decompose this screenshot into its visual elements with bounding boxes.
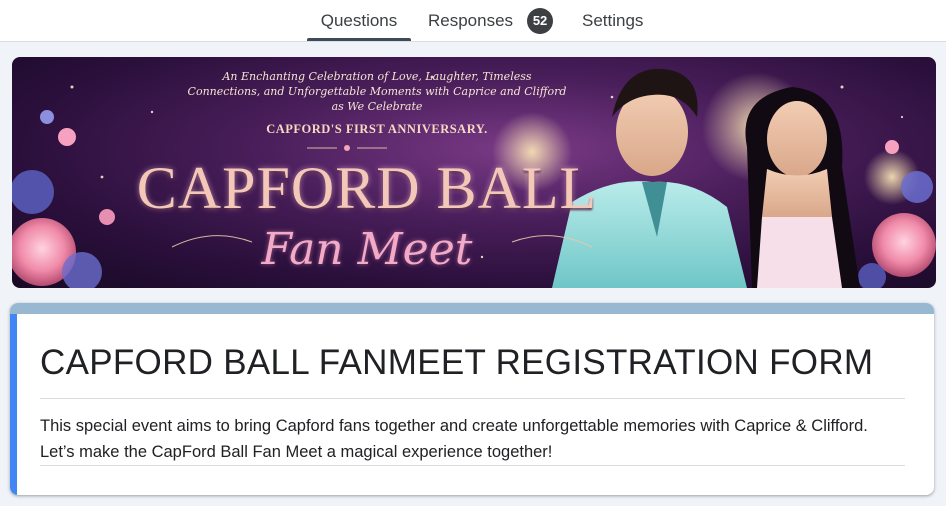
tab-responses-label: Responses [428, 10, 514, 30]
form-title-card[interactable]: CAPFORD BALL FANMEET REGISTRATION FORM T… [10, 303, 934, 495]
banner-title: CAPFORD BALL [136, 155, 598, 221]
tab-settings[interactable]: Settings [582, 0, 643, 41]
form-description[interactable]: This special event aims to bring Capford… [40, 413, 900, 465]
banner-anniversary-text: CAPFORD'S FIRST ANNIVERSARY. [266, 122, 488, 136]
form-title[interactable]: CAPFORD BALL FANMEET REGISTRATION FORM [40, 341, 873, 385]
form-header-banner-image: An Enchanting Celebration of Love, Laugh… [12, 57, 936, 288]
banner-subtitle: Fan Meet [261, 224, 473, 275]
woman-figure [745, 87, 860, 288]
responses-count-badge: 52 [527, 7, 554, 34]
tab-questions[interactable]: Questions [307, 0, 411, 41]
tab-settings-label: Settings [582, 10, 644, 30]
tab-responses[interactable]: Responses 52 [428, 0, 554, 41]
left-flowers [12, 110, 115, 288]
tab-questions-label: Questions [320, 10, 398, 30]
description-underline [40, 465, 905, 466]
title-underline [40, 398, 905, 399]
active-tab-indicator [307, 38, 411, 41]
card-color-band [10, 303, 934, 314]
card-focus-indicator [10, 314, 17, 495]
ornament-heart [344, 145, 350, 151]
form-tab-bar: Questions Responses 52 Settings [0, 0, 946, 42]
banner-tagline: An Enchanting Celebration of Love, Laugh… [187, 70, 567, 113]
